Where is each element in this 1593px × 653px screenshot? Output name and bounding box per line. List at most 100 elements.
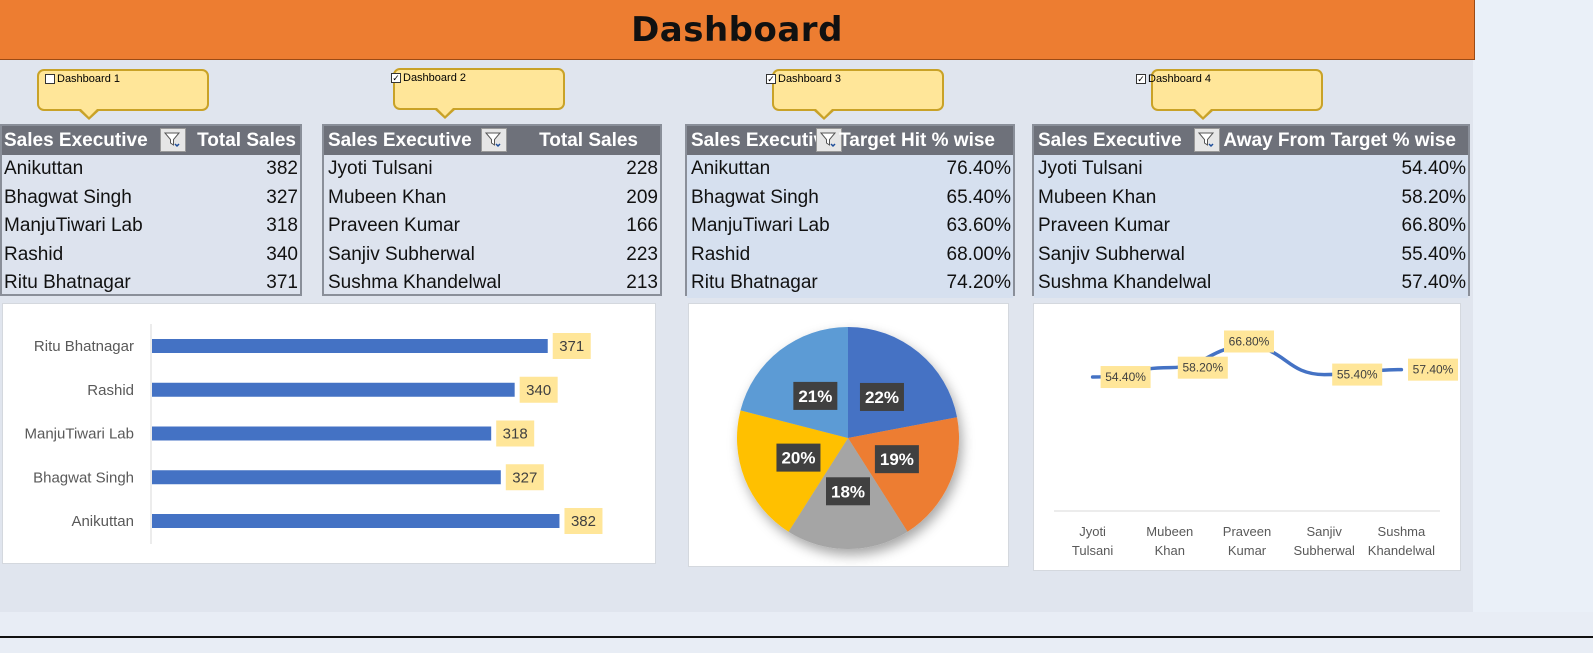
table-row: Sanjiv Subherwal 223	[324, 241, 660, 270]
bar-chart-panel[interactable]: Anikuttan 382 Bhagwat Singh 327 ManjuTiwari …	[2, 303, 656, 564]
row-label: Rashid	[4, 243, 64, 265]
row-label: Sanjiv Subherwal	[1038, 243, 1185, 265]
pivot-value-header: Away From Target % wise	[1223, 130, 1456, 151]
row-label: Praveen Kumar	[1038, 215, 1171, 237]
dashboard-2-checkbox[interactable]: ✓ Dashboard 2	[391, 72, 466, 84]
table-row: Jyoti Tulsani 228	[324, 155, 660, 184]
row-value: 65.40%	[946, 186, 1011, 208]
row-label: Mubeen Khan	[328, 186, 447, 208]
filter-dropdown-icon[interactable]	[816, 128, 842, 152]
table-row: Rashid 68.00%	[687, 240, 1013, 269]
row-value: 382	[266, 158, 298, 180]
pivot-header: Sales Executive Total Sales	[324, 126, 660, 155]
data-label: 318	[503, 426, 528, 443]
pivot-header: Sales Executive Total Sales	[2, 126, 300, 155]
bar	[152, 470, 501, 485]
data-label: 340	[526, 382, 551, 399]
dashboard-1-checkbox[interactable]: Dashboard 1	[45, 73, 120, 85]
filter-dropdown-icon[interactable]	[160, 128, 186, 152]
data-label: 55.40%	[1337, 368, 1378, 382]
bar	[152, 426, 492, 441]
bottom-divider	[0, 636, 1593, 638]
pivot-col-header: Sales Executive	[328, 129, 472, 151]
table-row: Sushma Khandelwal 57.40%	[1034, 269, 1468, 298]
row-label: Mubeen Khan	[1038, 186, 1157, 208]
pivot-value-header: Total Sales	[197, 130, 296, 151]
filter-dropdown-icon[interactable]	[1194, 128, 1220, 152]
row-value: 228	[626, 158, 658, 180]
checkbox-icon[interactable]: ✓	[1136, 74, 1146, 84]
row-value: 66.80%	[1401, 215, 1466, 237]
table-row: Rashid 340	[2, 241, 300, 270]
pivot-col-header: Sales Executive	[1038, 129, 1182, 151]
row-label: Anikuttan	[4, 158, 84, 180]
category-label: Sushma	[1378, 524, 1426, 539]
line-chart-panel[interactable]: 54.40% Jyoti Tulsani 58.20% Mubeen Khan 66.80%…	[1033, 303, 1461, 571]
table-row: ManjuTiwari Lab 318	[2, 212, 300, 241]
row-value: 74.20%	[946, 272, 1011, 294]
category-label: Kumar	[1228, 543, 1267, 558]
category-label: Rashid	[87, 382, 134, 399]
checkbox-label: Dashboard 3	[778, 73, 841, 85]
category-label: ManjuTiwari Lab	[25, 426, 135, 443]
pie-data-label: 19%	[880, 450, 914, 469]
row-value: 57.40%	[1401, 272, 1466, 294]
category-label: Jyoti	[1079, 524, 1106, 539]
table-row: Jyoti Tulsani 54.40%	[1034, 155, 1468, 184]
row-label: Ritu Bhatnagar	[691, 272, 818, 294]
table-row: Praveen Kumar 66.80%	[1034, 212, 1468, 241]
row-value: 166	[626, 215, 658, 237]
pivot-header: Sales Executiv Target Hit % wise	[687, 126, 1013, 155]
table-row: Sanjiv Subherwal 55.40%	[1034, 240, 1468, 269]
bar	[152, 339, 548, 353]
table-row: Anikuttan 382	[2, 155, 300, 184]
table-row: Anikuttan 76.40%	[687, 155, 1013, 184]
dashboard-4-checkbox[interactable]: ✓ Dashboard 4	[1136, 73, 1211, 85]
category-label: Subherwal	[1293, 543, 1355, 558]
bar-chart: Anikuttan 382 Bhagwat Singh 327 ManjuTiwari …	[25, 324, 603, 544]
dashboard-header: Dashboard	[0, 0, 1475, 60]
category-label: Anikuttan	[71, 513, 134, 530]
row-value: 209	[626, 186, 658, 208]
data-label: 371	[559, 338, 584, 355]
data-label: 327	[512, 469, 537, 486]
pie-data-label: 22%	[865, 388, 899, 407]
row-label: Ritu Bhatnagar	[4, 272, 131, 294]
pivot-table-away-from-target: Sales Executive Away From Target % wise …	[1032, 124, 1470, 298]
pivot-header: Sales Executive Away From Target % wise	[1034, 126, 1468, 155]
pivot-value-header: Target Hit % wise	[839, 130, 995, 151]
pivot-value-header: Total Sales	[539, 130, 638, 151]
row-value: 55.40%	[1401, 243, 1466, 265]
checkbox-label: Dashboard 1	[57, 73, 120, 85]
bar	[152, 382, 515, 397]
row-value: 327	[266, 186, 298, 208]
dashboard-3-checkbox[interactable]: ✓ Dashboard 3	[766, 73, 841, 85]
row-value: 54.40%	[1401, 158, 1466, 180]
row-value: 318	[266, 215, 298, 237]
checkbox-icon[interactable]: ✓	[391, 73, 401, 83]
table-row: ManjuTiwari Lab 63.60%	[687, 212, 1013, 241]
row-label: Jyoti Tulsani	[328, 158, 433, 180]
filter-dropdown-icon[interactable]	[481, 128, 507, 152]
pivot-table-total-sales-2: Sales Executive Total Sales Jyoti Tulsan…	[322, 124, 662, 296]
table-row: Mubeen Khan 209	[324, 184, 660, 213]
row-label: Sushma Khandelwal	[328, 272, 502, 294]
pie-data-label: 21%	[798, 387, 832, 406]
row-label: ManjuTiwari Lab	[691, 215, 830, 237]
data-label: 54.40%	[1105, 370, 1146, 384]
data-label: 382	[571, 513, 596, 530]
bar	[152, 514, 560, 528]
pie-chart: 22% 19% 18% 20% 21%	[737, 327, 959, 549]
checkbox-icon[interactable]	[45, 74, 55, 84]
row-label: Jyoti Tulsani	[1038, 158, 1143, 180]
pie-chart-panel[interactable]: 22% 19% 18% 20% 21%	[688, 303, 1009, 567]
table-row: Bhagwat Singh 327	[2, 184, 300, 213]
row-value: 68.00%	[946, 243, 1011, 265]
checkbox-icon[interactable]: ✓	[766, 74, 776, 84]
pie-data-label: 18%	[831, 482, 865, 501]
line-chart: 54.40% Jyoti Tulsani 58.20% Mubeen Khan 66.80%…	[1054, 330, 1458, 558]
row-label: Bhagwat Singh	[691, 186, 819, 208]
pivot-col-header: Sales Executive	[4, 129, 148, 151]
table-row: Bhagwat Singh 65.40%	[687, 183, 1013, 212]
row-label: Praveen Kumar	[328, 215, 461, 237]
